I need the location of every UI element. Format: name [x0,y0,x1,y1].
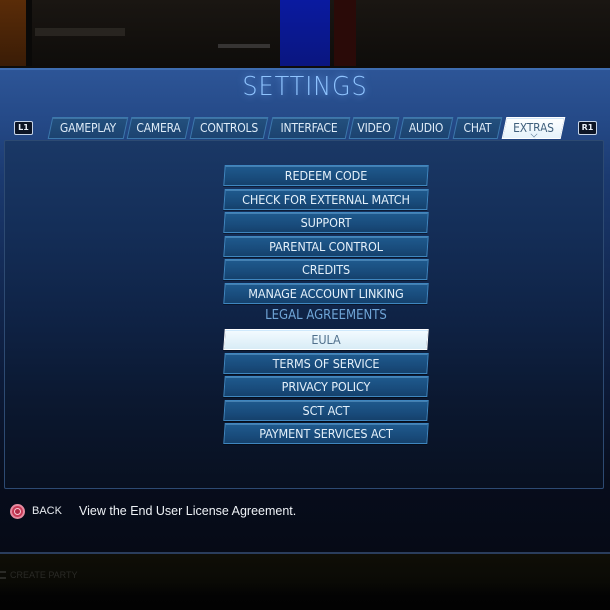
menu-item-label: SUPPORT [300,215,352,230]
footer-bar: BACK View the End User License Agreement… [0,498,610,524]
menu-item-sct-act[interactable]: SCT ACT [223,399,429,421]
menu-item-label: REDEEM CODE [284,168,368,183]
menu-icon [0,571,6,579]
menu-item-label: PARENTAL CONTROL [269,238,383,254]
background-blue-banner [280,0,330,66]
background-shelf [35,28,125,36]
tab-label: GAMEPLAY [59,121,117,135]
tab-camera[interactable]: CAMERA [126,117,191,139]
tab-interface[interactable]: INTERFACE [267,117,351,139]
menu-item-eula[interactable]: EULA [223,329,429,350]
tab-chat[interactable]: CHAT [452,117,503,139]
tab-label: CAMERA [136,121,181,135]
menu-item-manage-account-linking[interactable]: MANAGE ACCOUNT LINKING [223,282,429,304]
circle-button-inner [14,507,21,515]
menu-item-label: CHECK FOR EXTERNAL MATCH [242,191,410,207]
menu-item-label: MANAGE ACCOUNT LINKING [248,285,404,301]
menu-item-label: EULA [311,332,341,347]
menu-item-support[interactable]: SUPPORT [223,212,429,233]
menu-item-check-external-match[interactable]: CHECK FOR EXTERNAL MATCH [223,188,429,210]
tab-controls[interactable]: CONTROLS [189,117,269,139]
menu-item-label: PAYMENT SERVICES ACT [259,426,393,441]
background-scene-top [0,0,610,68]
tab-label: VIDEO [357,121,391,135]
menu-item-label: SCT ACT [302,402,350,418]
create-party-hint: CREATE PARTY [0,570,78,580]
legal-agreements-heading: LEGAL AGREEMENTS [265,308,387,323]
create-party-label: CREATE PARTY [10,570,78,580]
menu-item-privacy-policy[interactable]: PRIVACY POLICY [223,376,429,397]
menu-item-redeem-code[interactable]: REDEEM CODE [223,165,429,186]
tab-label: CONTROLS [200,121,258,135]
menu-item-label: PRIVACY POLICY [281,379,371,394]
tab-bar: L1 GAMEPLAY CAMERA CONTROLS INTERFACE VI… [0,115,610,139]
tab-label: CHAT [463,121,492,135]
menu-item-credits[interactable]: CREDITS [223,259,429,280]
help-text: View the End User License Agreement. [79,504,297,518]
background-orange-wall [0,0,26,66]
back-button[interactable]: BACK [10,503,62,519]
tab-audio[interactable]: AUDIO [398,117,454,139]
tab-label: INTERFACE [280,121,338,135]
background-pillar [26,0,32,66]
menu-item-label: CREDITS [301,262,351,277]
menu-item-terms-of-service[interactable]: TERMS OF SERVICE [223,352,429,374]
back-label: BACK [32,505,62,517]
background-red-panel [334,0,356,66]
background-bar [218,44,270,48]
l1-shoulder-button-icon[interactable]: L1 [14,121,33,135]
menu-item-payment-services-act[interactable]: PAYMENT SERVICES ACT [223,423,429,444]
menu-item-label: TERMS OF SERVICE [272,355,380,371]
background-scene-bottom [0,554,610,610]
circle-button-icon [10,503,25,519]
r1-shoulder-button-icon[interactable]: R1 [578,121,597,135]
tab-gameplay[interactable]: GAMEPLAY [47,117,129,139]
tab-label: AUDIO [408,121,444,135]
page-title: SETTINGS [242,72,368,102]
tab-video[interactable]: VIDEO [348,117,400,139]
menu-item-parental-control[interactable]: PARENTAL CONTROL [223,235,429,257]
